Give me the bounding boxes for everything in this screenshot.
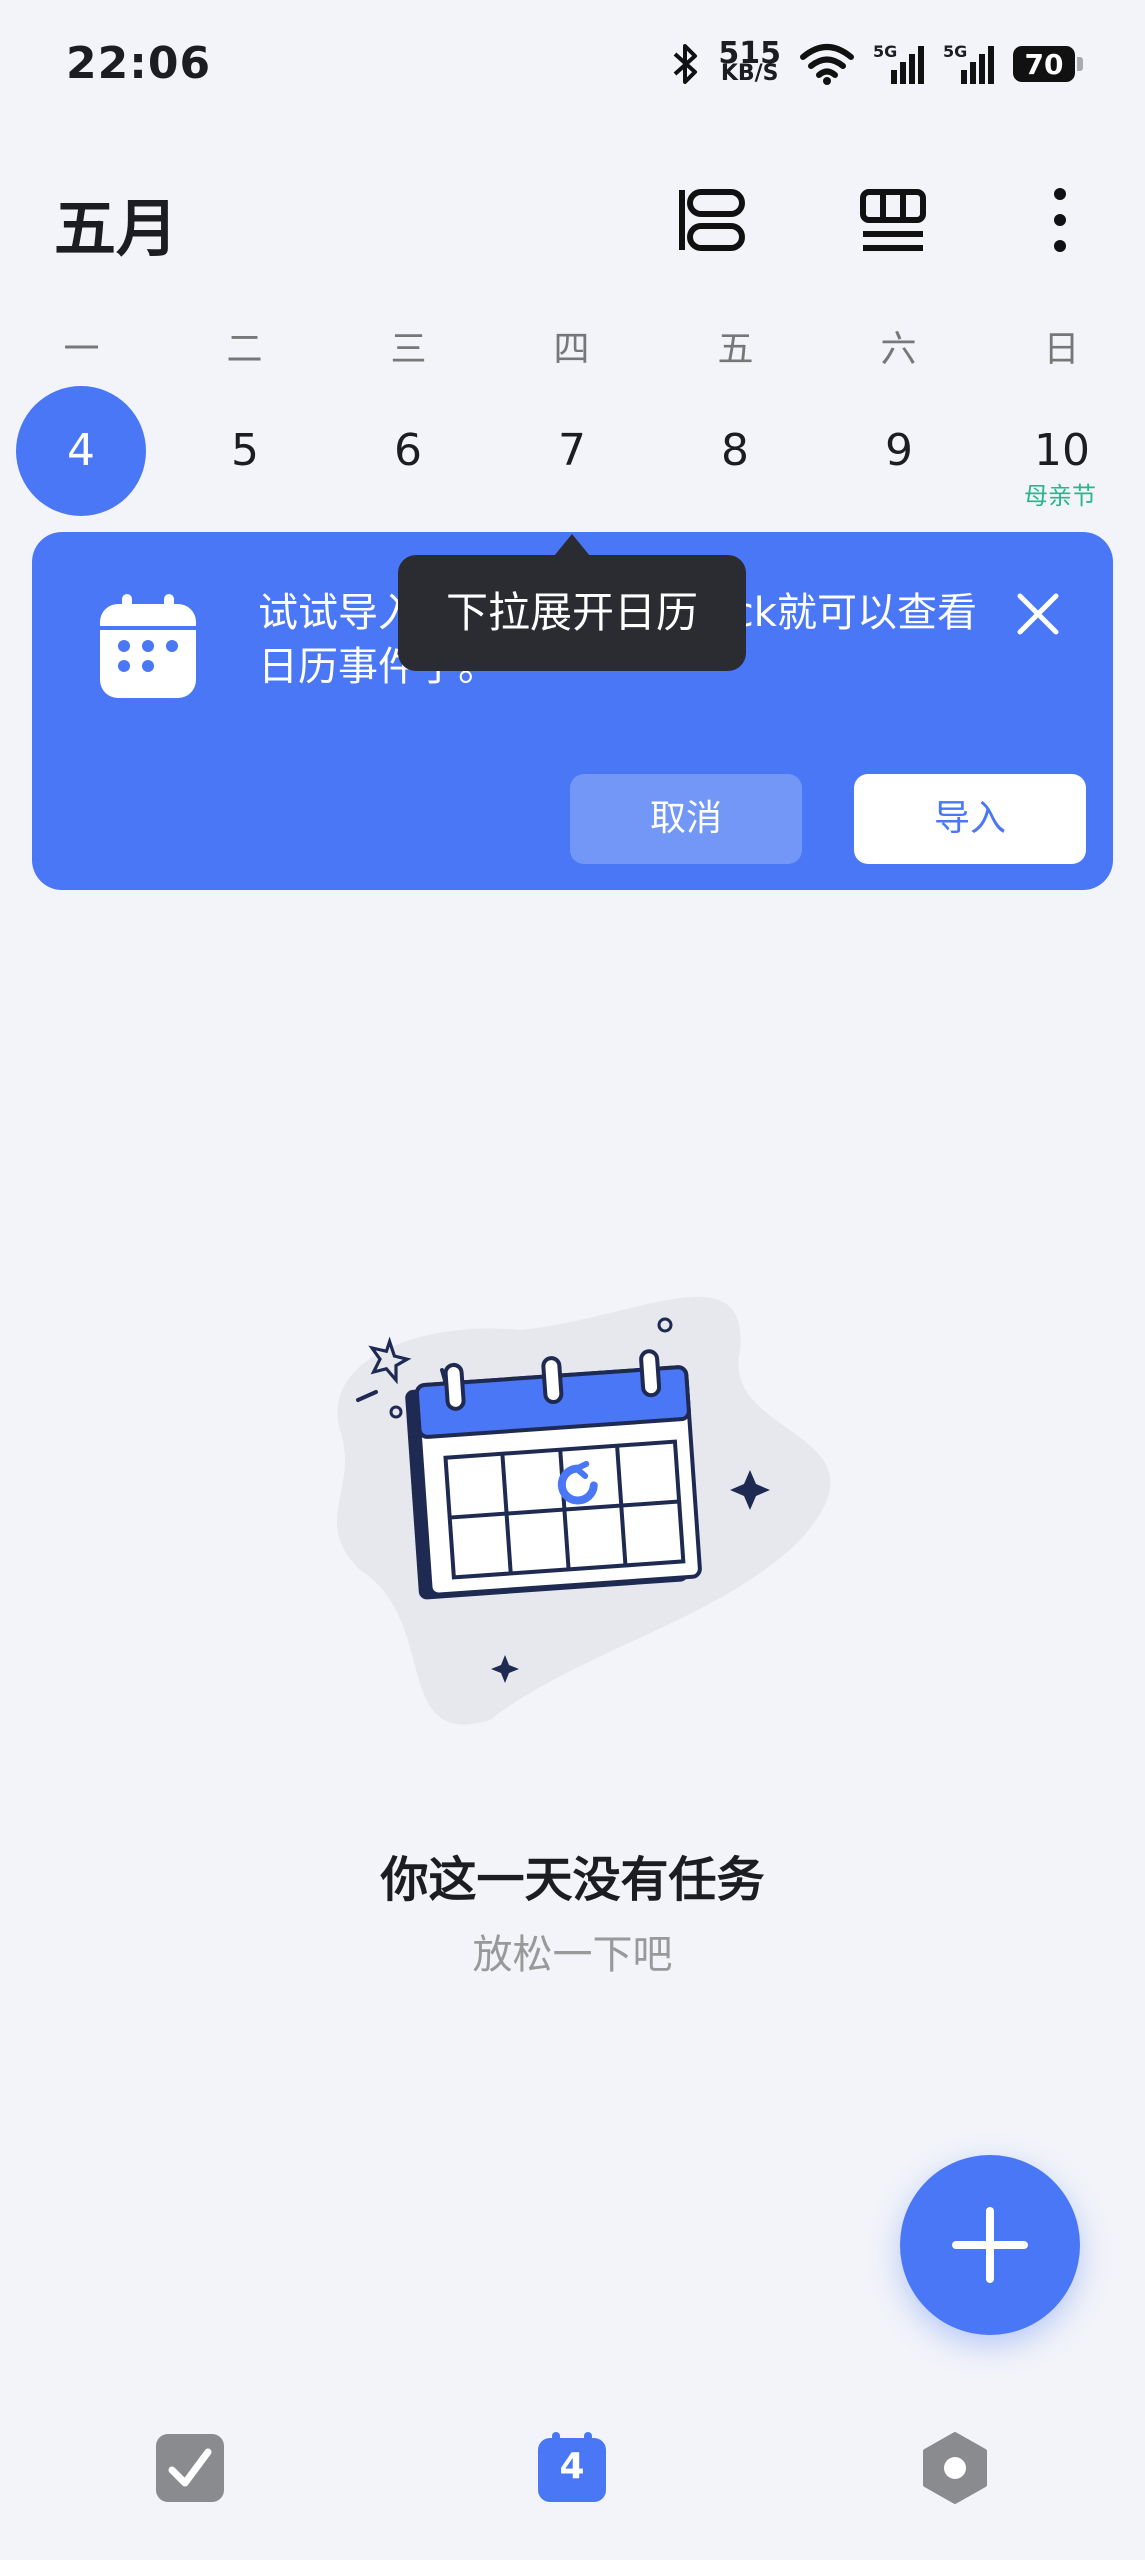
weekday-wed: 三 — [390, 329, 427, 370]
nav-settings-tab[interactable] — [915, 2428, 995, 2508]
weekday-mon: 一 — [63, 329, 100, 370]
close-icon[interactable] — [1010, 586, 1066, 642]
pull-down-tooltip: 下拉展开日历 — [398, 555, 746, 671]
date-cell[interactable]: 7 — [507, 386, 637, 516]
date-cell[interactable]: 5 — [180, 386, 310, 516]
date-cell-selected[interactable]: 4 — [16, 386, 146, 516]
month-title[interactable]: 五月 — [54, 178, 178, 268]
holiday-label: 母亲节 — [1024, 482, 1096, 510]
weekday-fri: 五 — [717, 329, 754, 370]
add-task-button[interactable] — [900, 2155, 1080, 2335]
status-time: 22:06 — [66, 38, 212, 89]
timeline-view-icon[interactable] — [672, 180, 752, 260]
net-speed: 515 KB/S — [718, 36, 781, 86]
signal-5g-icon-2: 5G — [943, 42, 995, 86]
calendar-badge-number: 4 — [559, 2446, 585, 2487]
nav-tasks-tab[interactable] — [150, 2428, 230, 2508]
weekday-row: 一 二 三 四 五 六 日 — [0, 320, 1145, 380]
checkbox-icon — [156, 2434, 224, 2502]
weekday-sun: 日 — [1043, 329, 1080, 370]
empty-state-subtitle: 放松一下吧 — [472, 1932, 673, 1978]
settings-hexagon-icon — [923, 2432, 987, 2504]
import-button[interactable]: 导入 — [854, 774, 1086, 864]
wifi-icon — [800, 44, 854, 85]
plus-icon — [952, 2207, 1028, 2283]
empty-calendar-illustration — [300, 1260, 860, 1744]
weekday-tue: 二 — [226, 329, 263, 370]
battery-indicator: 70 — [1013, 46, 1083, 82]
status-icons: 515 KB/S 5G 5G 70 — [670, 36, 1083, 86]
calendar-tab-icon: 4 — [536, 2432, 608, 2504]
weekday-thu: 四 — [553, 329, 590, 370]
grid-view-icon[interactable] — [853, 180, 933, 260]
tooltip-arrow — [554, 534, 590, 556]
date-row: 4 5 6 7 8 9 10 母亲节 — [0, 386, 1145, 516]
date-cell[interactable]: 9 — [834, 386, 964, 516]
weekday-sat: 六 — [880, 329, 917, 370]
signal-5g-icon: 5G — [873, 42, 925, 86]
empty-state-title: 你这一天没有任务 — [380, 1852, 765, 1908]
nav-calendar-tab[interactable]: 4 — [532, 2428, 612, 2508]
bluetooth-icon — [674, 44, 698, 84]
cancel-button[interactable]: 取消 — [570, 774, 802, 864]
calendar-icon — [96, 592, 200, 706]
date-cell[interactable]: 6 — [343, 386, 473, 516]
more-vert-icon[interactable] — [1020, 180, 1100, 260]
date-cell[interactable]: 8 — [670, 386, 800, 516]
